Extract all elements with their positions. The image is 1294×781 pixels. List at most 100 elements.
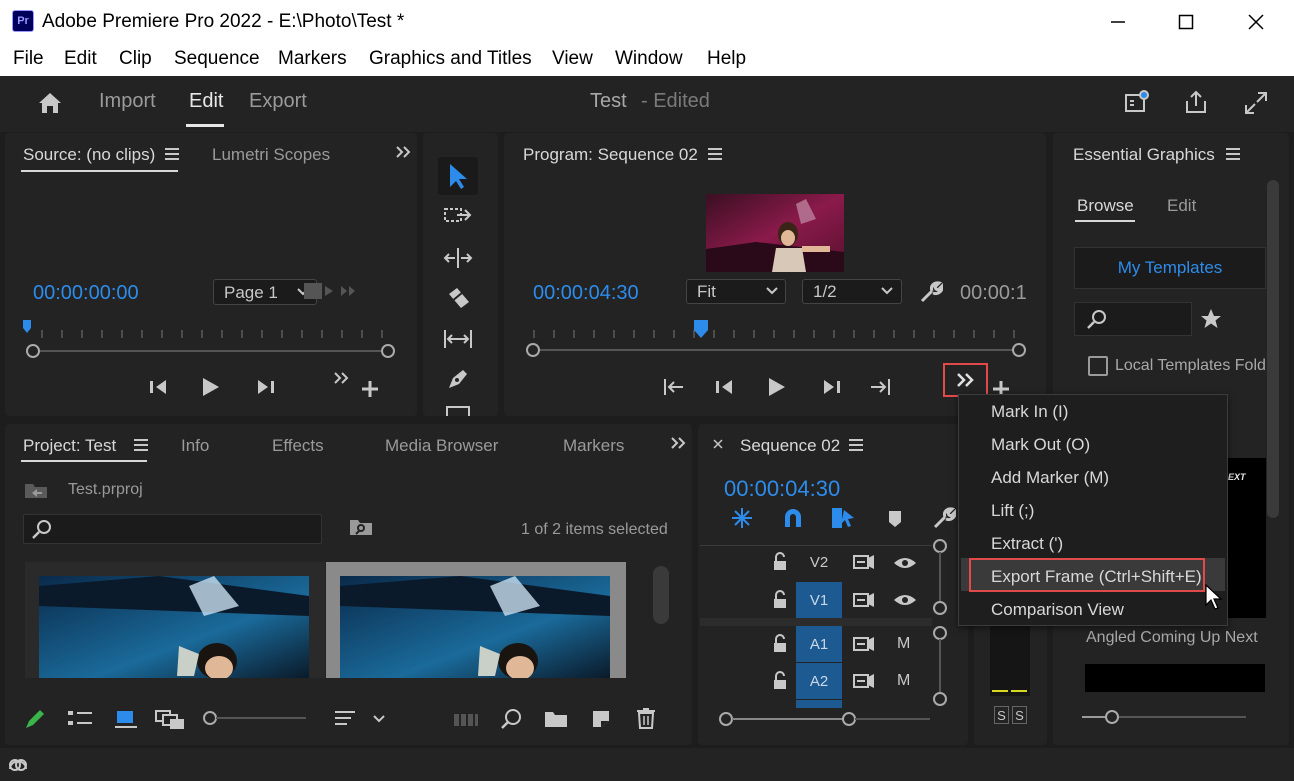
add-marker-icon[interactable] [886,509,904,529]
program-step-forward-icon[interactable] [820,377,842,397]
source-timecode[interactable]: 00:00:00:00 [33,282,139,305]
tab-info[interactable]: Info [181,436,209,456]
share-icon[interactable] [1183,89,1209,115]
new-bin-icon[interactable] [543,708,569,730]
program-play-icon[interactable] [766,376,788,398]
track-select-tool-icon[interactable] [443,205,473,227]
find-icon[interactable] [499,707,523,731]
track-v2-sync-icon[interactable] [853,553,875,571]
tab-markers[interactable]: Markers [563,436,624,456]
menu-item-mark-in[interactable]: Mark In (I) [991,402,1068,422]
track-v2-eye-icon[interactable] [893,555,917,571]
track-a2-label[interactable]: A2 [796,663,842,699]
track-a2-sync-icon[interactable] [853,672,875,690]
local-templates-checkbox[interactable] [1088,356,1108,376]
source-time-ruler[interactable] [22,320,402,360]
media-thumbnail-1[interactable] [25,562,325,678]
header-tab-export[interactable]: Export [249,90,307,113]
project-panel-menu-icon[interactable] [133,438,149,452]
media-thumbnail-2[interactable] [326,562,626,678]
program-timecode[interactable]: 00:00:04:30 [533,282,639,305]
home-icon[interactable] [36,90,64,116]
new-item-icon[interactable] [589,707,613,731]
close-window-button[interactable] [1222,0,1290,44]
tab-lumetri-scopes[interactable]: Lumetri Scopes [212,145,330,165]
menu-view[interactable]: View [552,48,593,70]
rectangle-tool-icon[interactable] [446,406,470,416]
track-v2-label[interactable]: V2 [796,546,842,578]
menu-clip[interactable]: Clip [119,48,152,70]
go-to-out-icon[interactable] [869,376,893,398]
automate-to-sequence-icon[interactable] [453,710,479,730]
tab-media-browser[interactable]: Media Browser [385,436,498,456]
menu-item-mark-out[interactable]: Mark Out (O) [991,435,1090,455]
maximize-button[interactable] [1152,0,1220,44]
sort-icons-icon[interactable] [334,708,390,730]
timeline-menu-icon[interactable] [848,438,864,452]
menu-item-export-frame[interactable]: Export Frame (Ctrl+Shift+E) [991,567,1202,587]
program-time-ruler[interactable] [522,320,1032,360]
menu-file[interactable]: File [13,48,44,70]
minimize-button[interactable] [1084,0,1152,44]
source-step-forward-icon[interactable] [254,377,276,397]
track-a2-lock-icon[interactable] [771,671,789,691]
header-tab-edit[interactable]: Edit [189,90,223,113]
thumbnail-size-slider[interactable] [202,709,310,729]
track-a1-lock-icon[interactable] [771,634,789,654]
track-v1-eye-icon[interactable] [893,592,917,608]
program-settings-wrench-icon[interactable] [919,280,943,304]
track-a1-mute-button[interactable]: M [897,635,910,653]
menu-window[interactable]: Window [615,48,683,70]
tab-program[interactable]: Program: Sequence 02 [523,145,698,165]
writable-pencil-icon[interactable] [23,707,47,731]
program-add-button-icon[interactable] [992,380,1010,394]
source-overflow-icon[interactable] [395,145,411,159]
tab-essential-graphics[interactable]: Essential Graphics [1073,145,1215,165]
menu-help[interactable]: Help [707,48,746,70]
menu-edit[interactable]: Edit [64,48,97,70]
my-templates-button[interactable]: My Templates [1074,247,1266,289]
timeline-zoom-scroll[interactable] [718,710,932,728]
slip-tool-icon[interactable] [443,328,473,350]
razor-tool-icon[interactable] [445,286,471,310]
selection-tool-button[interactable] [438,157,478,195]
go-to-in-icon[interactable] [661,376,685,398]
find-bin-icon[interactable] [348,516,374,538]
track-a2-mute-button[interactable]: M [897,672,910,690]
trash-icon[interactable] [634,706,658,730]
project-search-input[interactable] [23,514,322,544]
tab-source[interactable]: Source: (no clips) [23,145,155,165]
menu-item-lift[interactable]: Lift (;) [991,501,1034,521]
program-more-buttons[interactable] [943,363,988,397]
nest-sequence-icon[interactable] [729,506,755,530]
track-v1-sync-icon[interactable] [853,591,875,609]
pen-tool-icon[interactable] [445,366,471,392]
timeline-timecode[interactable]: 00:00:04:30 [724,476,840,502]
source-panel-menu-icon[interactable] [164,147,180,161]
essential-graphics-menu-icon[interactable] [1225,147,1241,161]
snap-magnet-icon[interactable] [782,507,804,529]
icon-view-icon[interactable] [114,708,138,730]
tab-project[interactable]: Project: Test [23,436,116,456]
project-folder-up-icon[interactable] [23,480,49,500]
program-panel-menu-icon[interactable] [707,147,723,161]
menu-item-comparison-view[interactable]: Comparison View [991,600,1124,620]
track-v1-label[interactable]: V1 [796,582,842,618]
favorite-star-icon[interactable] [1199,307,1223,331]
menu-sequence[interactable]: Sequence [174,48,260,70]
program-step-back-icon[interactable] [714,377,736,397]
timeline-settings-wrench-icon[interactable] [932,506,956,530]
solo-left-button[interactable]: S [994,706,1009,724]
eg-tab-edit[interactable]: Edit [1167,196,1196,216]
timeline-video-vscroll[interactable] [932,538,948,618]
menu-graphics-and-titles[interactable]: Graphics and Titles [369,48,532,70]
solo-right-button[interactable]: S [1012,706,1027,724]
creative-cloud-icon[interactable] [6,753,30,775]
source-add-button-icon[interactable] [361,380,379,398]
track-v1-lock-icon[interactable] [771,590,789,610]
project-overflow-icon[interactable] [670,436,686,450]
ripple-edit-tool-icon[interactable] [443,247,473,269]
eg-tab-browse[interactable]: Browse [1077,196,1134,216]
fullscreen-icon[interactable] [1243,90,1269,116]
template-thumbnail[interactable]: EXT [1228,458,1266,618]
